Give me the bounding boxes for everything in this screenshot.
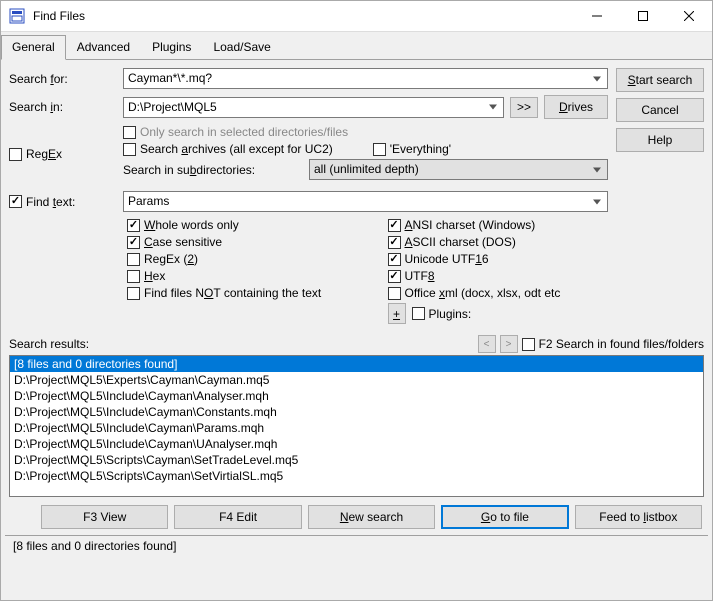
- plugins-checkbox[interactable]: Plugins:: [412, 307, 472, 321]
- regex2-checkbox[interactable]: RegEx (2): [127, 252, 198, 266]
- search-in-input[interactable]: D:\Project\MQL5: [123, 97, 504, 118]
- browse-more-button[interactable]: >>: [510, 97, 538, 118]
- result-item[interactable]: D:\Project\MQL5\Include\Cayman\Analyser.…: [10, 388, 703, 404]
- statusbar: [8 files and 0 directories found]: [5, 535, 708, 556]
- find-text-input[interactable]: Params: [123, 191, 608, 212]
- result-item[interactable]: D:\Project\MQL5\Include\Cayman\Constants…: [10, 404, 703, 420]
- titlebar: Find Files: [1, 1, 712, 32]
- plugins-plus-button[interactable]: +: [388, 303, 406, 324]
- subdirs-combo[interactable]: all (unlimited depth): [309, 159, 608, 180]
- minimize-button[interactable]: [574, 1, 620, 31]
- cancel-button[interactable]: Cancel: [616, 98, 704, 122]
- whole-words-checkbox[interactable]: Whole words only: [127, 218, 239, 232]
- feed-listbox-button[interactable]: Feed to listbox: [575, 505, 702, 529]
- app-icon: [9, 8, 25, 24]
- result-item[interactable]: D:\Project\MQL5\Include\Cayman\Params.mq…: [10, 420, 703, 436]
- new-search-button[interactable]: New search: [308, 505, 435, 529]
- hex-checkbox[interactable]: Hex: [127, 269, 165, 283]
- next-result-button[interactable]: >: [500, 335, 518, 353]
- result-item[interactable]: D:\Project\MQL5\Include\Cayman\UAnalyser…: [10, 436, 703, 452]
- utf16-checkbox[interactable]: Unicode UTF16: [388, 252, 489, 266]
- case-sensitive-checkbox[interactable]: Case sensitive: [127, 235, 222, 249]
- window-title: Find Files: [33, 9, 574, 23]
- officexml-checkbox[interactable]: Office xml (docx, xlsx, odt etc: [388, 286, 561, 300]
- regex-checkbox[interactable]: RegEx: [9, 147, 117, 161]
- result-item[interactable]: D:\Project\MQL5\Experts\Cayman\Cayman.mq…: [10, 372, 703, 388]
- search-for-label: Search for:: [9, 72, 117, 86]
- go-to-file-button[interactable]: Go to file: [441, 505, 568, 529]
- tab-loadsave[interactable]: Load/Save: [202, 35, 281, 60]
- search-results-label: Search results:: [9, 337, 89, 351]
- everything-checkbox[interactable]: 'Everything': [373, 142, 451, 156]
- f2-search-found-checkbox[interactable]: F2 Search in found files/folders: [522, 337, 704, 351]
- tab-advanced[interactable]: Advanced: [66, 35, 141, 60]
- search-in-label: Search in:: [9, 100, 117, 114]
- f3-view-button[interactable]: F3 View: [41, 505, 168, 529]
- subdirs-label: Search in subdirectories:: [123, 163, 303, 177]
- tab-plugins[interactable]: Plugins: [141, 35, 202, 60]
- only-selected-checkbox[interactable]: Only search in selected directories/file…: [123, 125, 348, 139]
- maximize-button[interactable]: [620, 1, 666, 31]
- search-archives-checkbox[interactable]: Search archives (all except for UC2): [123, 142, 333, 156]
- f4-edit-button[interactable]: F4 Edit: [174, 505, 301, 529]
- find-files-dialog: Find Files General Advanced Plugins Load…: [0, 0, 713, 601]
- tabs: General Advanced Plugins Load/Save: [1, 34, 712, 60]
- ansi-checkbox[interactable]: ANSI charset (Windows): [388, 218, 536, 232]
- help-button[interactable]: Help: [616, 128, 704, 152]
- drives-button[interactable]: Drives: [544, 95, 608, 119]
- close-button[interactable]: [666, 1, 712, 31]
- utf8-checkbox[interactable]: UTF8: [388, 269, 435, 283]
- result-item[interactable]: D:\Project\MQL5\Scripts\Cayman\SetTradeL…: [10, 452, 703, 468]
- result-item[interactable]: D:\Project\MQL5\Scripts\Cayman\SetVirtia…: [10, 468, 703, 484]
- tab-general[interactable]: General: [1, 35, 66, 60]
- prev-result-button[interactable]: <: [478, 335, 496, 353]
- results-listbox[interactable]: [8 files and 0 directories found] D:\Pro…: [9, 355, 704, 497]
- ascii-checkbox[interactable]: ASCII charset (DOS): [388, 235, 516, 249]
- search-for-input[interactable]: Cayman*\*.mq?: [123, 68, 608, 89]
- start-search-button[interactable]: Start search: [616, 68, 704, 92]
- find-text-checkbox[interactable]: Find text:: [9, 195, 117, 209]
- result-summary[interactable]: [8 files and 0 directories found]: [10, 356, 703, 372]
- not-containing-checkbox[interactable]: Find files NOT containing the text: [127, 286, 321, 300]
